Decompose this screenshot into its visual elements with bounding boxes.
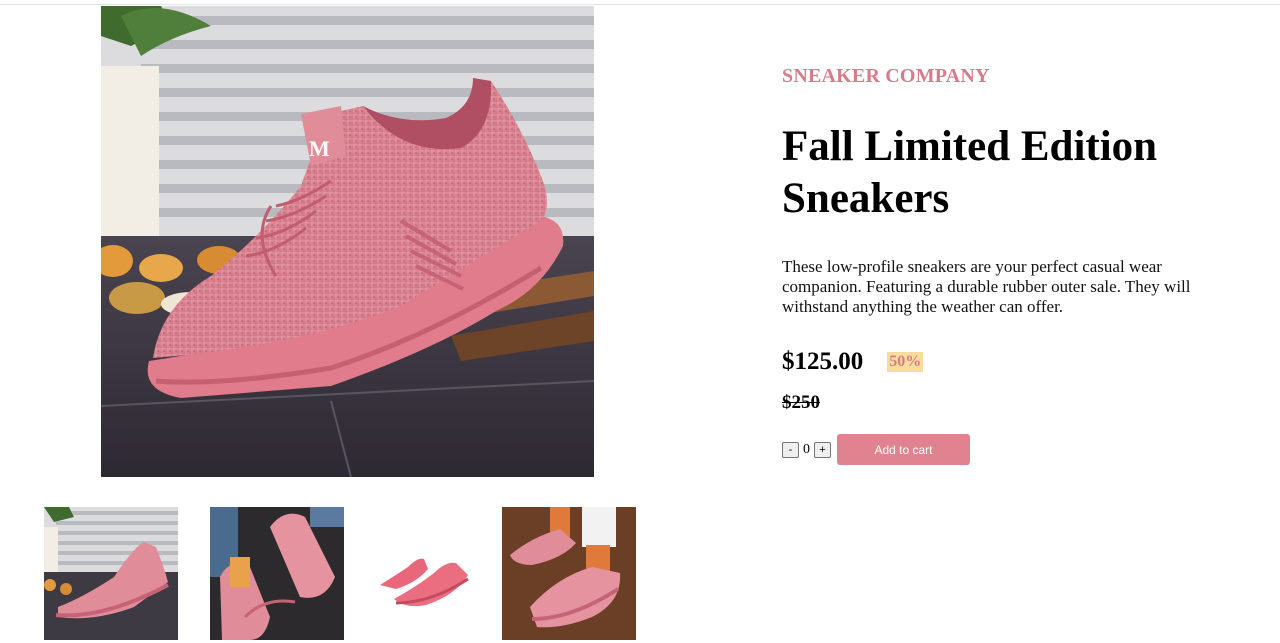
thumbnail-2[interactable] xyxy=(210,507,344,640)
thumbnail-1[interactable] xyxy=(44,507,178,640)
product-info: SNEAKER COMPANY Fall Limited Edition Sne… xyxy=(782,62,1252,465)
add-to-cart-button[interactable]: Add to cart xyxy=(837,434,970,465)
product-title: Fall Limited Edition Sneakers xyxy=(782,123,1158,222)
original-price: $250 xyxy=(782,392,820,413)
decrement-button[interactable]: - xyxy=(782,441,799,458)
svg-text:M: M xyxy=(309,136,330,161)
price-row: $125.00 50% xyxy=(782,346,1252,378)
thumbnail-4[interactable] xyxy=(502,507,636,640)
cart-controls: - 0 + Add to cart xyxy=(782,434,1252,465)
increment-button[interactable]: + xyxy=(814,441,831,458)
current-price: $125.00 xyxy=(782,348,864,375)
discount-badge: 50% xyxy=(887,352,924,372)
quantity-value: 0 xyxy=(803,441,810,457)
top-divider xyxy=(0,4,1280,5)
thumbnail-3[interactable] xyxy=(356,507,490,640)
brand-name: SNEAKER COMPANY xyxy=(782,65,990,87)
product-description: These low-profile sneakers are your perf… xyxy=(782,257,1191,316)
main-product-image[interactable]: M xyxy=(101,6,594,477)
